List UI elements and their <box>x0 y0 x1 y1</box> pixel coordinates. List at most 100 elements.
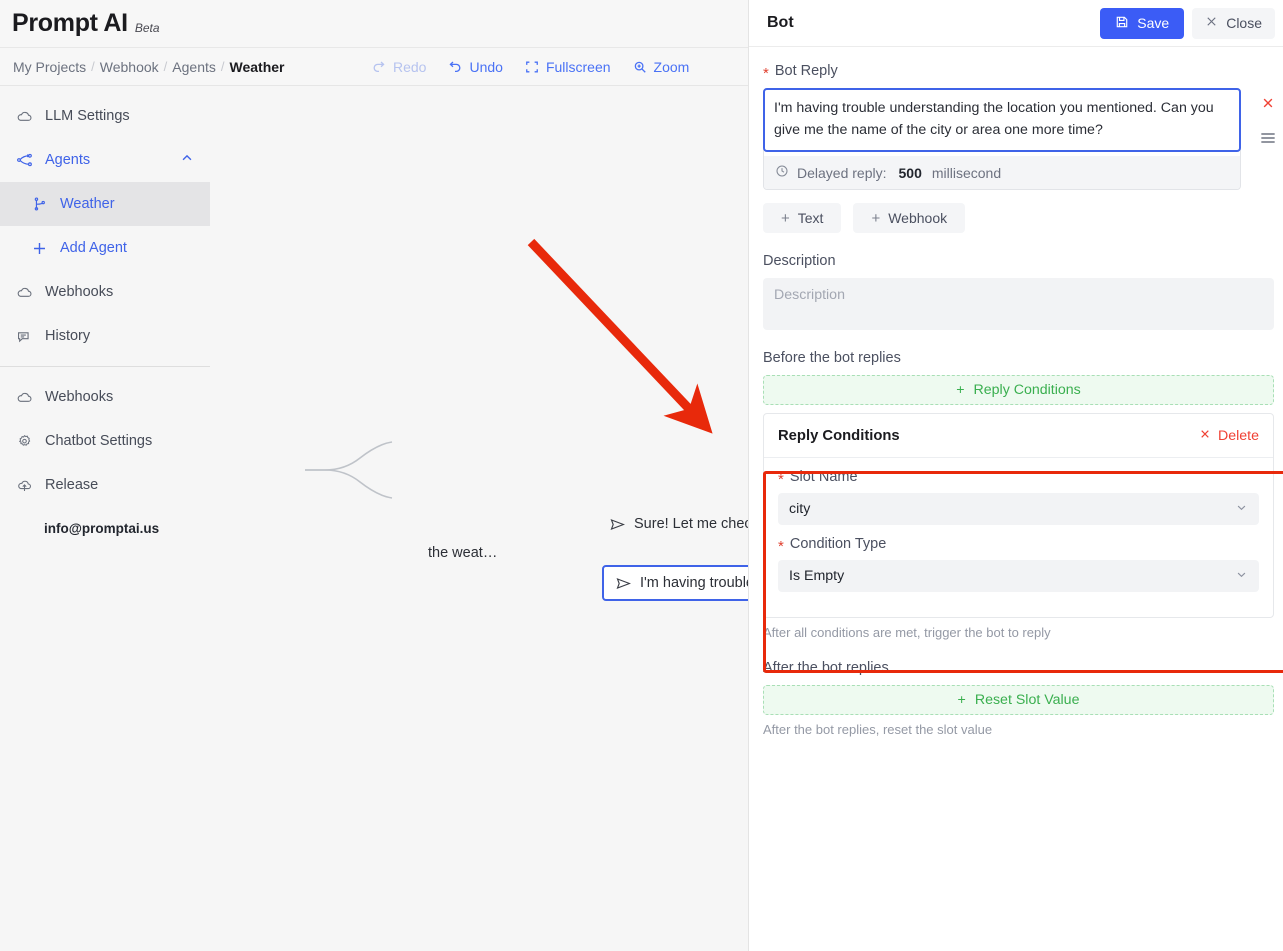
sidebar-item-webhooks[interactable]: Webhooks <box>0 375 210 419</box>
bot-reply-block: Delayed reply: 500 millisecond <box>763 88 1275 190</box>
condition-type-label: Condition Type <box>789 536 887 552</box>
save-icon <box>1115 15 1129 32</box>
add-webhook-label: Webhook <box>888 210 948 226</box>
reset-slot-value-button[interactable]: + Reset Slot Value <box>763 685 1274 715</box>
panel-header-actions: Save Close <box>1100 7 1275 39</box>
sidebar-item-webhooks-top[interactable]: Webhooks <box>0 270 210 314</box>
slot-name-value: city <box>789 501 811 517</box>
redo-button[interactable]: Redo <box>372 59 426 75</box>
after-bot-replies-label: After the bot replies <box>763 660 889 676</box>
description-label: Description <box>763 253 836 269</box>
plus-icon: + <box>957 692 966 708</box>
app-title: Prompt AI <box>12 9 128 37</box>
close-button[interactable]: Close <box>1192 7 1275 39</box>
undo-label: Undo <box>469 59 503 75</box>
add-reply-type-row: + Text + Webhook <box>763 203 1269 233</box>
gear-icon <box>15 432 34 451</box>
bot-reply-textarea[interactable] <box>763 88 1241 152</box>
cloud-upload-icon <box>15 476 34 495</box>
redo-label: Redo <box>393 59 427 75</box>
chevron-down-icon <box>1235 568 1248 585</box>
condition-type-label-row: * Condition Type <box>778 536 1259 554</box>
canvas-node-bot-reply-2-selected[interactable]: I'm having trouble understan… <box>602 565 748 601</box>
flow-branch-icon <box>15 151 34 170</box>
undo-button[interactable]: Undo <box>448 59 503 75</box>
bot-detail-panel: Bot Save Close * Bot Reply I'm having tr… <box>748 0 1283 951</box>
add-webhook-button[interactable]: + Webhook <box>853 203 966 233</box>
left-pane: Prompt AI Beta My Projects / Webhook / A… <box>0 0 748 951</box>
add-text-button[interactable]: + Text <box>763 203 842 233</box>
fullscreen-label: Fullscreen <box>545 59 611 75</box>
chat-history-icon <box>15 327 34 346</box>
reply-conditions-title: Reply Conditions <box>778 427 900 444</box>
zoom-button[interactable]: Zoom <box>633 59 690 75</box>
cloud-icon <box>15 388 34 407</box>
sidebar-item-agents[interactable]: Agents <box>0 138 210 182</box>
delayed-reply-value[interactable]: 500 <box>899 165 922 181</box>
chevron-up-icon[interactable] <box>180 151 194 169</box>
reply-side-actions <box>1260 96 1276 150</box>
reply-conditions-body: * Slot Name city * Condition Type Is Emp… <box>764 458 1273 617</box>
plus-icon: + <box>871 209 881 227</box>
node-label: the weat… <box>428 545 498 561</box>
bot-reply-label: Bot Reply <box>774 63 838 79</box>
sidebar-label: Chatbot Settings <box>45 433 153 449</box>
canvas-toolbar: Redo Undo Fullscreen Zoom <box>372 48 689 86</box>
flow-canvas[interactable]: the weat… Sure! Let me check the curr… <box>210 86 748 951</box>
delete-condition-button[interactable]: Delete <box>1199 428 1259 444</box>
after-bot-replies-hint: After the bot replies, reset the slot va… <box>763 722 993 737</box>
save-button[interactable]: Save <box>1100 7 1185 39</box>
drag-handle-icon[interactable] <box>1260 131 1276 150</box>
fullscreen-icon <box>525 60 539 74</box>
sidebar-label: Agents <box>45 152 91 168</box>
bot-reply-label-row: * Bot Reply <box>763 63 1269 82</box>
sidebar-item-weather[interactable]: Weather <box>0 182 210 226</box>
plus-icon: + <box>956 382 965 398</box>
sidebar-item-chatbot-settings[interactable]: Chatbot Settings <box>0 419 210 463</box>
zoom-label: Zoom <box>653 59 690 75</box>
brand-bar: Prompt AI Beta <box>0 0 748 48</box>
delayed-reply-label: Delayed reply: <box>797 164 887 181</box>
delayed-reply-row[interactable]: Delayed reply: 500 millisecond <box>764 156 1240 189</box>
sidebar-label: Release <box>45 477 99 493</box>
sidebar-label: Weather <box>60 196 115 212</box>
send-icon <box>616 576 632 591</box>
breadcrumb-item-agents[interactable]: Agents <box>167 59 221 75</box>
breadcrumb-item-my-projects[interactable]: My Projects <box>8 59 91 75</box>
undo-icon <box>448 60 462 74</box>
canvas-node-bot-reply-1[interactable]: Sure! Let me check the curr… <box>610 516 748 532</box>
remove-reply-icon[interactable] <box>1261 96 1275 114</box>
sidebar-item-history[interactable]: History <box>0 314 210 358</box>
fullscreen-button[interactable]: Fullscreen <box>525 59 611 75</box>
plus-icon <box>30 239 49 258</box>
slot-name-select[interactable]: city <box>778 493 1259 525</box>
save-label: Save <box>1137 15 1170 31</box>
panel-title: Bot <box>767 14 794 31</box>
node-label: Sure! Let me check the curr… <box>634 516 748 532</box>
panel-header: Bot Save Close <box>749 0 1283 47</box>
support-email[interactable]: info@promptai.us <box>0 507 210 536</box>
delayed-reply-unit: millisecond <box>931 164 1002 181</box>
breadcrumb: My Projects / Webhook / Agents / Weather <box>8 59 289 75</box>
close-label: Close <box>1226 15 1262 31</box>
description-textarea[interactable] <box>763 278 1274 330</box>
breadcrumb-bar: My Projects / Webhook / Agents / Weather… <box>0 48 748 86</box>
required-asterisk: * <box>763 64 769 82</box>
sidebar: LLM Settings Agents Weather Add Agent We… <box>0 86 210 951</box>
close-icon <box>1205 15 1218 31</box>
sidebar-item-release[interactable]: Release <box>0 463 210 507</box>
sidebar-label: Webhooks <box>45 284 114 300</box>
add-reply-conditions-button[interactable]: + Reply Conditions <box>763 375 1274 405</box>
breadcrumb-item-webhook[interactable]: Webhook <box>95 59 164 75</box>
canvas-node-user-utterance[interactable]: the weat… <box>428 545 497 561</box>
slot-name-label: Slot Name <box>789 469 858 485</box>
sidebar-item-add-agent[interactable]: Add Agent <box>0 226 210 270</box>
breadcrumb-item-weather[interactable]: Weather <box>225 59 290 75</box>
beta-badge: Beta <box>134 20 160 35</box>
reply-conditions-card: Reply Conditions Delete * Slot Name city… <box>763 413 1274 618</box>
cloud-icon <box>15 283 34 302</box>
condition-type-select[interactable]: Is Empty <box>778 560 1259 592</box>
sidebar-item-llm-settings[interactable]: LLM Settings <box>0 94 210 138</box>
chevron-down-icon <box>1235 501 1248 518</box>
plus-icon: + <box>781 209 790 227</box>
